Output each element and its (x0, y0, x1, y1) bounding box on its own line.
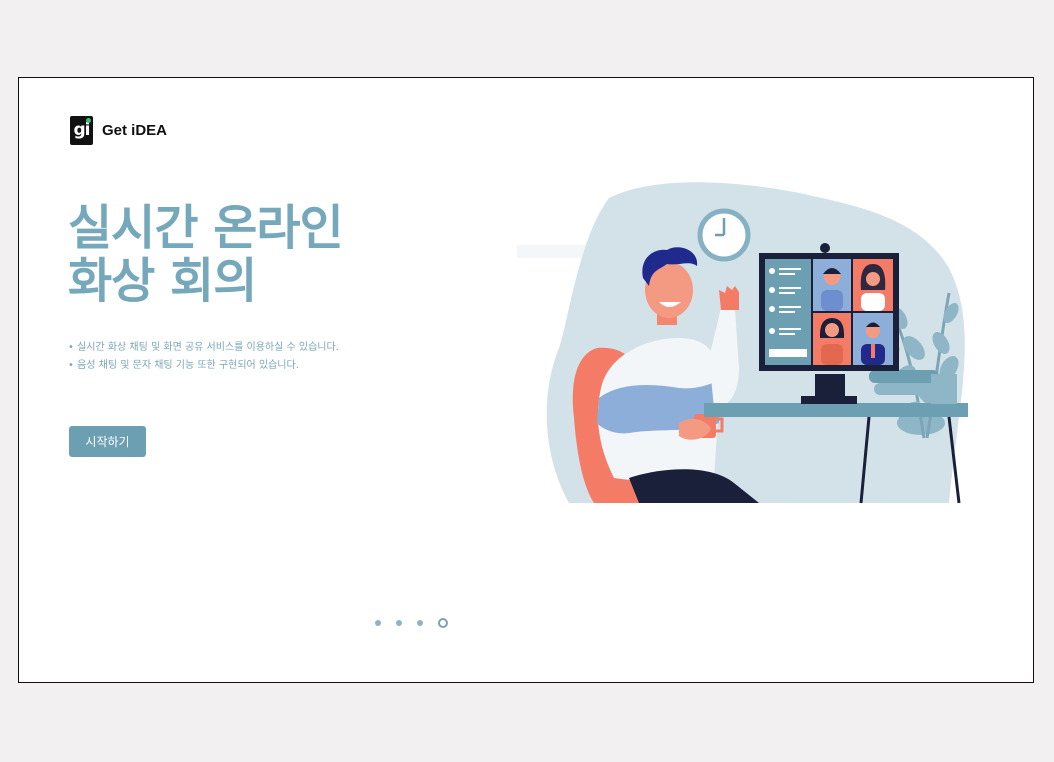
brand-name: Get iDEA (102, 122, 168, 139)
start-button[interactable]: 시작하기 (69, 426, 146, 457)
logo[interactable]: gi Get iDEA (70, 116, 167, 145)
webcam-icon (820, 243, 830, 253)
logo-dot (86, 118, 91, 123)
feature-list: • 실시간 화상 채팅 및 화면 공유 서비스를 이용하실 수 있습니다. • … (68, 339, 339, 375)
carousel-dot-active[interactable] (438, 618, 448, 628)
logo-mark-icon: gi (70, 116, 93, 145)
video-conference-illustration (546, 182, 968, 504)
landing-frame: gi Get iDEA 실시간 온라인 화상 회의 • 실시간 화상 채팅 및 … (18, 77, 1034, 683)
carousel-dot[interactable] (375, 620, 381, 626)
desk-top (704, 403, 968, 417)
feature-item: • 실시간 화상 채팅 및 화면 공유 서비스를 이용하실 수 있습니다. (68, 342, 339, 353)
carousel-dot[interactable] (396, 620, 402, 626)
logo-mark-text: gi (73, 120, 91, 140)
feature-item: • 음성 채팅 및 문자 채팅 기능 또한 구현되어 있습니다. (68, 360, 299, 371)
carousel-dot[interactable] (417, 620, 423, 626)
hero-title-line1: 실시간 온라인 (68, 200, 344, 256)
carousel-indicators (375, 618, 448, 628)
clock-icon (697, 208, 751, 262)
hero-title: 실시간 온라인 화상 회의 (68, 200, 344, 309)
hero-title-line2: 화상 회의 (68, 253, 257, 309)
